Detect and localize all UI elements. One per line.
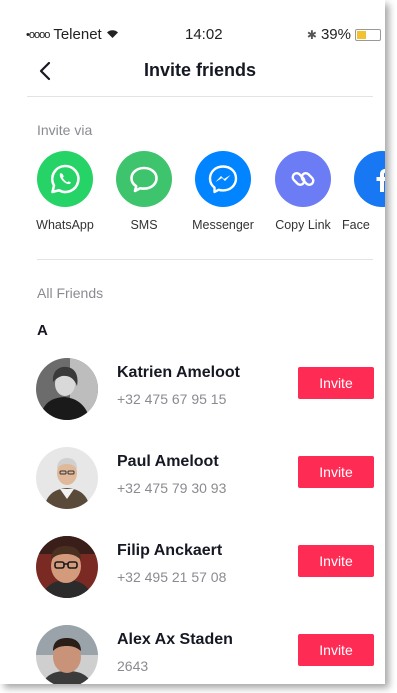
avatar [36,536,98,598]
contact-phone: +32 475 67 95 15 [117,391,227,407]
invite-via-label: Invite via [37,122,93,138]
contact-phone: +32 495 21 57 08 [117,569,227,585]
contact-row[interactable]: Katrien Ameloot +32 475 67 95 15 Invite [36,352,374,422]
contact-phone: 2643 [117,658,149,674]
contact-row[interactable]: Alex Ax Staden 2643 Invite [36,619,374,684]
contact-name: Paul Ameloot [117,453,219,470]
invite-button[interactable]: Invite [298,367,374,399]
contact-name: Filip Anckaert [117,542,223,559]
section-divider [37,259,373,260]
link-icon [275,151,331,207]
contact-row[interactable]: Filip Anckaert +32 495 21 57 08 Invite [36,530,374,600]
sms-icon [116,151,172,207]
share-facebook[interactable]: Face [342,151,385,232]
invite-button[interactable]: Invite [298,545,374,577]
contact-name: Katrien Ameloot [117,364,240,381]
share-whatsapp[interactable]: WhatsApp [25,151,105,232]
share-label: Messenger [192,218,254,232]
share-label: Face [342,218,370,232]
share-label: WhatsApp [36,218,94,232]
nav-bar: Invite friends [27,48,373,97]
share-options-row: WhatsApp SMS Messenger Copy Link Face [30,151,385,241]
bluetooth-icon: ✱ [306,27,317,42]
invite-button[interactable]: Invite [298,634,374,666]
facebook-icon [354,151,385,207]
status-time: 14:02 [185,26,223,43]
signal-indicator: •oooo [26,28,50,41]
phone-screen: •oooo Telenet 14:02 ✱ 39% Invite friends… [0,0,385,684]
whatsapp-icon [37,151,93,207]
avatar [36,447,98,509]
carrier-name: Telenet [53,26,102,43]
share-copy-link[interactable]: Copy Link [263,151,343,232]
status-bar: •oooo Telenet 14:02 ✱ 39% [0,0,385,44]
share-sms[interactable]: SMS [104,151,184,232]
avatar [36,358,98,420]
battery-percent: 39% [320,26,351,43]
share-messenger[interactable]: Messenger [183,151,263,232]
status-left: •oooo Telenet [26,26,119,43]
battery-icon [355,28,381,41]
share-label: SMS [130,218,158,232]
all-friends-label: All Friends [37,285,104,301]
contact-phone: +32 475 79 30 93 [117,480,227,496]
contact-row[interactable]: Paul Ameloot +32 475 79 30 93 Invite [36,441,374,511]
contact-name: Alex Ax Staden [117,631,233,648]
wifi-icon [106,28,119,42]
status-right: ✱ 39% [307,26,381,43]
section-letter: A [37,322,48,339]
share-label: Copy Link [275,218,331,232]
messenger-icon [195,151,251,207]
avatar [36,625,98,684]
page-title: Invite friends [143,60,257,80]
invite-button[interactable]: Invite [298,456,374,488]
